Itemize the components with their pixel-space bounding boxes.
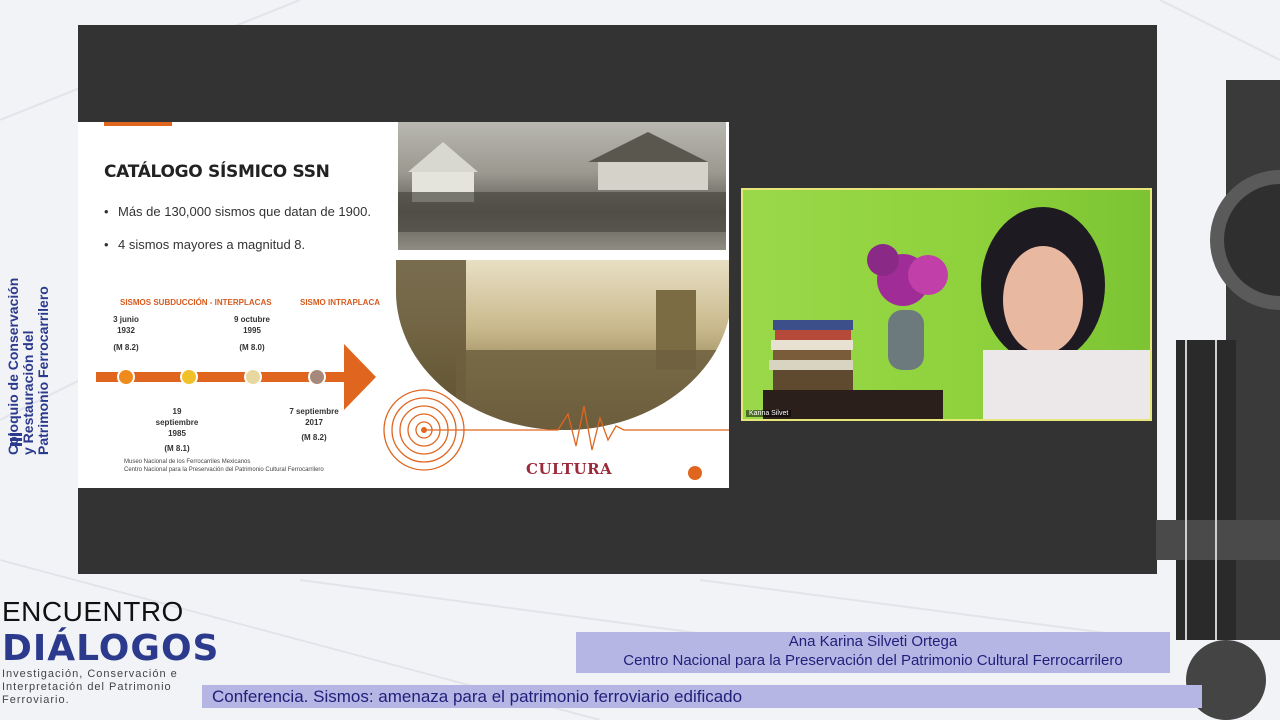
side-bars-icon [10, 433, 22, 449]
timeline-dot-1 [117, 368, 135, 386]
slide-accent-tab [104, 122, 172, 126]
side-title-line3: Patrimonio Ferrocarrilero [35, 286, 51, 455]
timeline-label-intraplaca: SISMO INTRAPLACA [300, 298, 380, 307]
brand-encuentro: ENCUENTRO [2, 596, 184, 627]
timeline-dot-2 [180, 368, 198, 386]
speaker-org: Centro Nacional para la Preservación del… [623, 652, 1123, 669]
slide-title: CATÁLOGO SÍSMICO SSN [104, 162, 330, 182]
slide-page-dot [688, 466, 702, 480]
speaker-name: Ana Karina Silveti Ortega [788, 633, 958, 650]
locomotive-graphic [1156, 80, 1280, 720]
side-title-line2: y Restauración del [20, 330, 36, 456]
shared-slide: CATÁLOGO SÍSMICO SSN Más de 130,000 sism… [78, 122, 729, 488]
lower-third-talk-title: Conferencia. Sismos: amenaza para el pat… [202, 685, 1202, 708]
timeline-dot-3 [244, 368, 262, 386]
slide-bullet-1: Más de 130,000 sismos que datan de 1900. [104, 204, 379, 220]
slide-bullet-2: 4 sismos mayores a magnitud 8. [104, 237, 379, 253]
brand-subtitle: Investigación, Conservación e Interpreta… [2, 668, 178, 706]
timeline-arrow [96, 344, 376, 410]
side-title-line1: Coloquio de Conservación [5, 277, 21, 455]
slide-footer-museum: Museo Nacional de los Ferrocarriles Mexi… [124, 459, 324, 473]
slide-bullets: Más de 130,000 sismos que datan de 1900.… [104, 204, 379, 270]
slide-photo-ruins [398, 122, 726, 250]
timeline-label-subduccion: SISMOS SUBDUCCIÓN - INTERPLACAS [120, 298, 272, 307]
timeline-event-2: 19 septiembre 1985 (M 8.1) [155, 407, 199, 453]
slide-footer-cultura: CULTURA [526, 460, 613, 478]
timeline-event-4: 7 septiembre 2017 (M 8.2) [289, 407, 339, 442]
webcam-feed[interactable]: Karina Silvet [741, 188, 1152, 421]
lower-third-speaker: Ana Karina Silveti Ortega Centro Naciona… [576, 632, 1170, 673]
timeline-dot-4 [308, 368, 326, 386]
brand-dialogos: DIÁLOGOS [2, 628, 220, 669]
side-title: Coloquio de Conservación y Restauración … [5, 255, 72, 456]
webcam-participant-name: Karina Silvet [746, 410, 792, 417]
